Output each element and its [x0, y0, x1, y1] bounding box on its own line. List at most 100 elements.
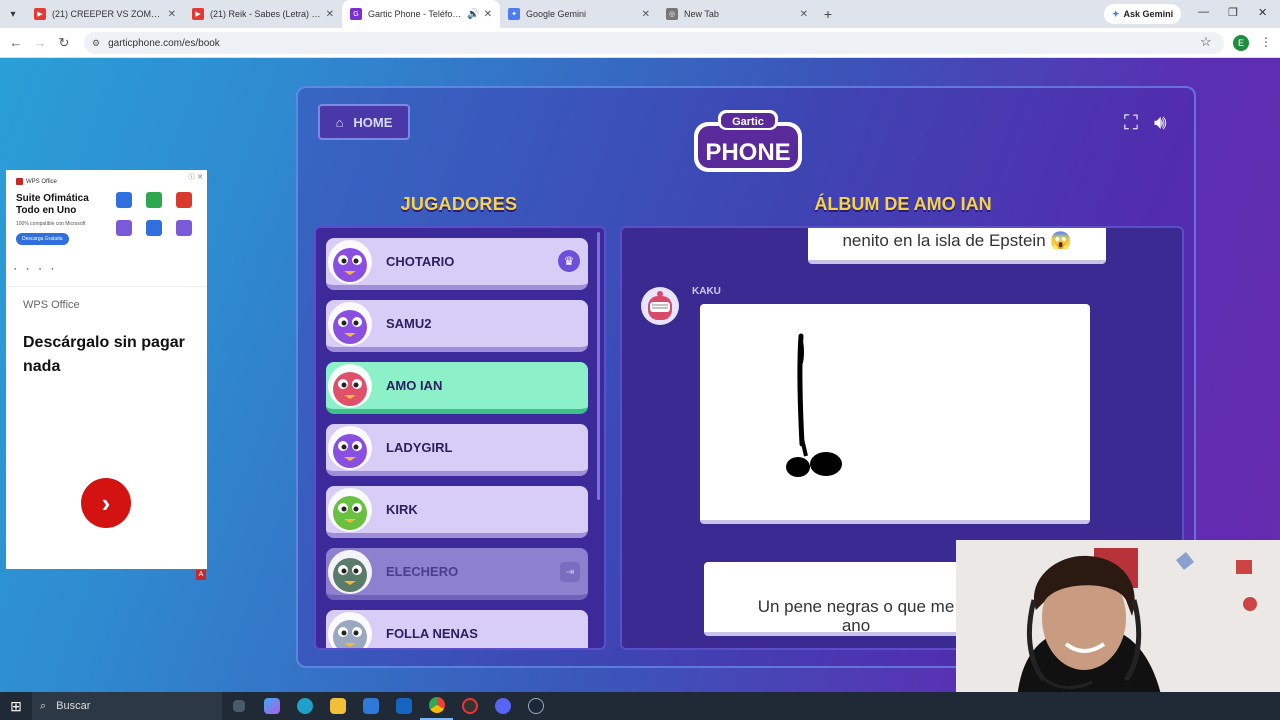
browser-tab-bar: ▾ ▶ (21) CREEPER VS ZOMBIE | ESPÍ ✕ ▶ (2… [0, 0, 1280, 28]
close-icon[interactable]: ✕ [326, 9, 334, 20]
game-controls: ⛶ 🔊︎ [1124, 112, 1167, 135]
player-avatar [328, 364, 372, 408]
file-explorer-icon[interactable] [321, 692, 354, 720]
discord-icon[interactable] [486, 692, 519, 720]
restore-icon[interactable]: ❐ [1228, 6, 1238, 19]
taskbar-search[interactable]: ⌕ Buscar [32, 692, 222, 720]
player-name: FOLLA NENAS [386, 626, 478, 641]
presentation-icon [116, 220, 132, 236]
ad-arrow-button[interactable]: › [81, 478, 131, 528]
task-view-icon[interactable] [222, 692, 255, 720]
browser-tab[interactable]: ✦ Google Gemini ✕ [500, 0, 658, 28]
profile-avatar[interactable]: E [1233, 35, 1249, 51]
player-name: KIRK [386, 502, 418, 517]
tab-label: (21) Reik - Sabes (Letra) - YouTu [210, 9, 322, 19]
tab-label: Google Gemini [526, 9, 587, 19]
tab-search-icon[interactable]: ▾ [0, 9, 26, 20]
window-close-icon[interactable]: ✕ [1258, 6, 1267, 19]
crown-icon: ♛ [558, 250, 580, 272]
player-row[interactable]: LADYGIRL [326, 424, 588, 476]
store-icon[interactable] [354, 692, 387, 720]
drawer-name: KAKU [692, 286, 721, 297]
ad-close-icon[interactable]: ⓘ ✕ [188, 172, 203, 182]
exit-icon: ⇥ [560, 562, 580, 582]
doodle-drawing [786, 333, 842, 477]
home-button[interactable]: ⌂ HOME [318, 104, 410, 140]
player-row[interactable]: KIRK [326, 486, 588, 538]
player-row[interactable]: FOLLA NENAS [326, 610, 588, 648]
ad-banner[interactable]: WPS Office Suite Ofimática Todo en Uno 1… [6, 170, 207, 287]
player-avatar [328, 240, 372, 284]
player-row[interactable]: ELECHERO ⇥ [326, 548, 588, 600]
gemini-icon: ✦ [1112, 8, 1120, 19]
player-avatar [328, 426, 372, 470]
new-tab-button[interactable]: + [816, 6, 840, 22]
close-icon[interactable]: ✕ [168, 9, 176, 20]
address-bar-row: ← → ↻ ⚙ garticphone.com/es/book ☆ E ⋮ [0, 28, 1280, 58]
back-icon[interactable]: ← [4, 35, 28, 50]
youtube-icon: ▶ [34, 8, 46, 20]
svg-text:PHONE: PHONE [705, 139, 790, 166]
player-row[interactable]: AMO IAN [326, 362, 588, 414]
ad-badge: A [196, 570, 206, 580]
close-icon[interactable]: ✕ [642, 9, 650, 20]
url-text: garticphone.com/es/book [108, 37, 220, 49]
chrome-icon[interactable] [420, 692, 453, 720]
tab-label: New Tab [684, 9, 719, 19]
ad-features: ● ● ● ● [14, 266, 54, 271]
ad-download-button[interactable]: Descarga Gratuita [16, 233, 69, 245]
ad-app-icons [116, 192, 194, 236]
chrome-icon: ◎ [666, 8, 678, 20]
forward-icon[interactable]: → [28, 35, 52, 50]
recorder-icon[interactable] [453, 692, 486, 720]
copilot-icon[interactable] [255, 692, 288, 720]
previous-guess-text: nenito en la isla de Epstein 😱 [842, 231, 1072, 250]
browser-tab[interactable]: ▶ (21) Reik - Sabes (Letra) - YouTu ✕ [184, 0, 342, 28]
fullscreen-icon[interactable]: ⛶ [1124, 112, 1138, 135]
players-list[interactable]: CHOTARIO ♛ SAMU2 AMO IAN LADYGIRL KIRK ELECHER… [314, 226, 606, 650]
home-icon: ⌂ [335, 114, 344, 130]
drawing-canvas [700, 304, 1090, 524]
gartic-icon: G [350, 8, 362, 20]
close-icon[interactable]: ✕ [800, 9, 808, 20]
url-field[interactable]: ⚙ garticphone.com/es/book [84, 32, 1224, 54]
player-row[interactable]: CHOTARIO ♛ [326, 238, 588, 290]
browser-menu-icon[interactable]: ⋮ [1260, 35, 1272, 49]
outlook-icon[interactable] [387, 692, 420, 720]
player-name: CHOTARIO [386, 254, 455, 269]
home-label: HOME [353, 114, 393, 130]
youtube-icon: ▶ [192, 8, 204, 20]
writer-icon [116, 192, 132, 208]
previous-guess-bubble: nenito en la isla de Epstein 😱 [808, 228, 1106, 264]
windows-taskbar: ⊞ ⌕ Buscar [0, 692, 1280, 720]
ad-brand: WPS Office [16, 178, 197, 185]
close-icon[interactable]: ✕ [484, 9, 492, 20]
edge-icon[interactable] [288, 692, 321, 720]
bookmark-star-icon[interactable]: ☆ [1200, 34, 1212, 50]
minimize-icon[interactable]: — [1198, 6, 1209, 18]
players-scrollbar[interactable] [597, 232, 600, 500]
ask-gemini-button[interactable]: ✦ Ask Gemini [1104, 4, 1182, 24]
ad-brand-label: WPS Office [26, 178, 57, 185]
templates-icon [176, 220, 192, 236]
volume-icon[interactable]: 🔊︎ [1154, 112, 1167, 135]
steam-icon[interactable] [519, 692, 552, 720]
browser-tab[interactable]: ◎ New Tab ✕ [658, 0, 816, 28]
speaker-icon[interactable]: 🔊 [467, 9, 479, 20]
browser-tab[interactable]: ▶ (21) CREEPER VS ZOMBIE | ESPÍ ✕ [26, 0, 184, 28]
svg-text:Gartic: Gartic [732, 116, 764, 128]
player-row[interactable]: SAMU2 [326, 300, 588, 352]
album-heading: ÁLBUM DE AMO IAN [814, 194, 992, 214]
advertisement[interactable]: WPS Office Suite Ofimática Todo en Uno 1… [6, 170, 207, 569]
ask-gemini-label: Ask Gemini [1123, 9, 1174, 19]
pdf-icon [176, 192, 192, 208]
reload-icon[interactable]: ↻ [52, 35, 76, 51]
kaku-avatar [641, 287, 679, 325]
windows-start-icon[interactable]: ⊞ [0, 698, 32, 715]
search-icon: ⌕ [40, 699, 47, 712]
browser-tab-active[interactable]: G Gartic Phone - Teléfono Den 🔊 ✕ [342, 0, 500, 28]
site-info-icon[interactable]: ⚙ [92, 38, 100, 49]
taskbar-search-label: Buscar [56, 700, 91, 712]
spreadsheet-icon [146, 192, 162, 208]
players-heading: JUGADORES [400, 194, 518, 214]
